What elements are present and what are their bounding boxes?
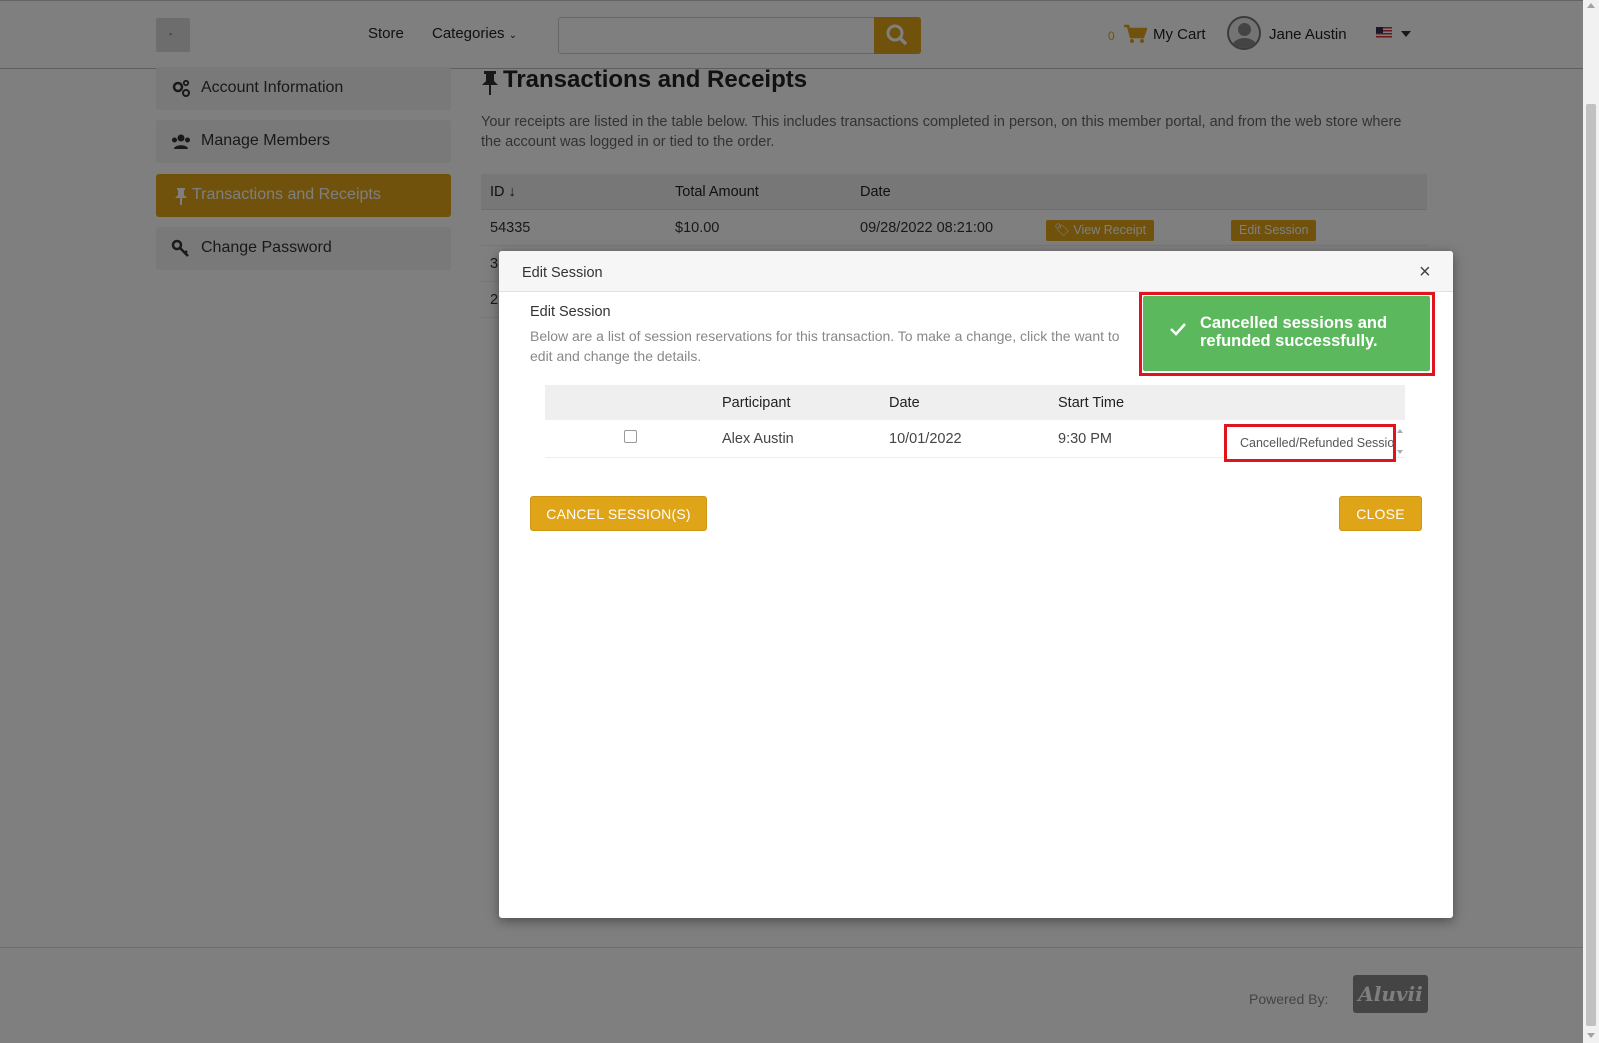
close-icon[interactable]: × [1419, 261, 1431, 284]
column-header-start-time: Start Time [1058, 395, 1125, 411]
checkmark-icon [1170, 323, 1186, 336]
modal-subtitle: Edit Session [530, 304, 611, 320]
modal-header: Edit Session × [499, 251, 1453, 292]
cancel-sessions-button[interactable]: CANCEL SESSION(S) [530, 496, 707, 531]
session-date: 10/01/2022 [889, 431, 962, 447]
column-header-participant: Participant [722, 395, 791, 411]
column-header-date: Date [889, 395, 920, 411]
success-toast[interactable]: Cancelled sessions and refunded successf… [1143, 296, 1430, 371]
toast-message: Cancelled sessions and refunded successf… [1200, 314, 1388, 350]
close-button[interactable]: CLOSE [1339, 496, 1422, 531]
scroll-down-arrow-icon[interactable] [1587, 1033, 1595, 1038]
session-status-field[interactable]: Cancelled/Refunded Session [1224, 424, 1396, 462]
session-checkbox[interactable] [624, 430, 637, 443]
sessions-table: Participant Date Start Time Alex Austin … [545, 385, 1405, 462]
session-start-time: 9:30 PM [1058, 431, 1112, 447]
participant-name: Alex Austin [722, 431, 794, 447]
table-row: Alex Austin 10/01/2022 9:30 PM Cancelled… [545, 420, 1405, 462]
table-header: Participant Date Start Time [545, 385, 1405, 420]
scroll-up-arrow-icon[interactable] [1587, 3, 1595, 8]
status-scroll-arrows[interactable] [1396, 424, 1405, 459]
modal-title: Edit Session [522, 265, 603, 281]
modal-description: Below are a list of session reservations… [530, 328, 1120, 364]
scrollbar-thumb[interactable] [1586, 104, 1596, 1026]
